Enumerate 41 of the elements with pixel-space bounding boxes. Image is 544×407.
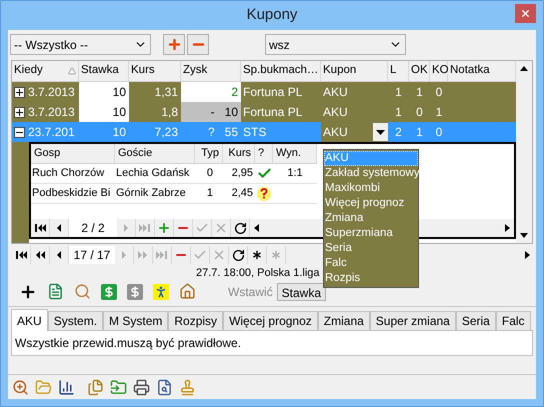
date-cell-text: 23.7.201 <box>28 124 75 141</box>
ko-cell-text: 0 <box>434 84 444 101</box>
ko-cell-text: 0 <box>434 124 444 141</box>
ok-cell-text: 0 <box>415 104 424 121</box>
result-cell-text: 1:1 <box>287 166 303 182</box>
odds-cell-text: 1,8 <box>160 104 179 121</box>
profit-cell: - 10 <box>181 102 241 122</box>
coupon-type-cell-text: AKU <box>322 104 349 121</box>
ok-cell-text: 1 <box>415 124 424 141</box>
profit-cell-text: ? 55 <box>206 124 239 141</box>
date-cell-text: 3.7.2013 <box>28 84 75 101</box>
stake-cell: 10 <box>79 82 129 102</box>
coupon-type-cell-text: AKU <box>322 84 349 101</box>
record-position: 17 / 17 <box>69 246 115 264</box>
ok-cell-text: 1 <box>415 84 424 101</box>
match-info-text: 27.7. 18:00, Polska 1.liga <box>196 266 320 279</box>
window-title: Kupony <box>246 5 298 26</box>
insert-label: Wstawić <box>228 284 273 300</box>
rule-text: Wszystkie przewid.muszą być prawidłowe. <box>15 335 242 352</box>
tip-cell-text: 1 <box>206 186 214 202</box>
bookmaker-cell-text: Fortuna PL <box>242 84 304 101</box>
odds-cell-text: 2,95 <box>230 166 254 182</box>
away-team-cell-text: Górnik Zabrze <box>115 186 187 202</box>
ko-cell-text: 1 <box>434 104 444 121</box>
count-cell-text: 1 <box>394 104 403 121</box>
record-position: 2 / 2 <box>69 219 117 237</box>
bookmaker-cell-text: STS <box>242 124 268 141</box>
count-cell-text: 2 <box>394 124 403 141</box>
stake-cell-text: 10 <box>112 124 127 141</box>
home-team-cell-text: Podbeskidzie Bi <box>31 186 112 202</box>
profit-cell: 2 <box>181 82 241 102</box>
date-cell-text: 3.7.2013 <box>28 104 75 121</box>
odds-cell-text: 1,31 <box>154 84 179 101</box>
away-team-cell-text: Lechia Gdańsk <box>115 166 190 182</box>
stake-cell: 10 <box>79 102 129 122</box>
home-team-cell-text: Ruch Chorzów <box>31 166 106 182</box>
odds-cell-text: 2,45 <box>230 186 254 202</box>
odds-cell-text: 7,23 <box>154 124 179 141</box>
tip-cell-text: 0 <box>206 166 214 182</box>
count-cell-text: 1 <box>394 84 403 101</box>
bookmaker-cell-text: Fortuna PL <box>242 104 304 121</box>
